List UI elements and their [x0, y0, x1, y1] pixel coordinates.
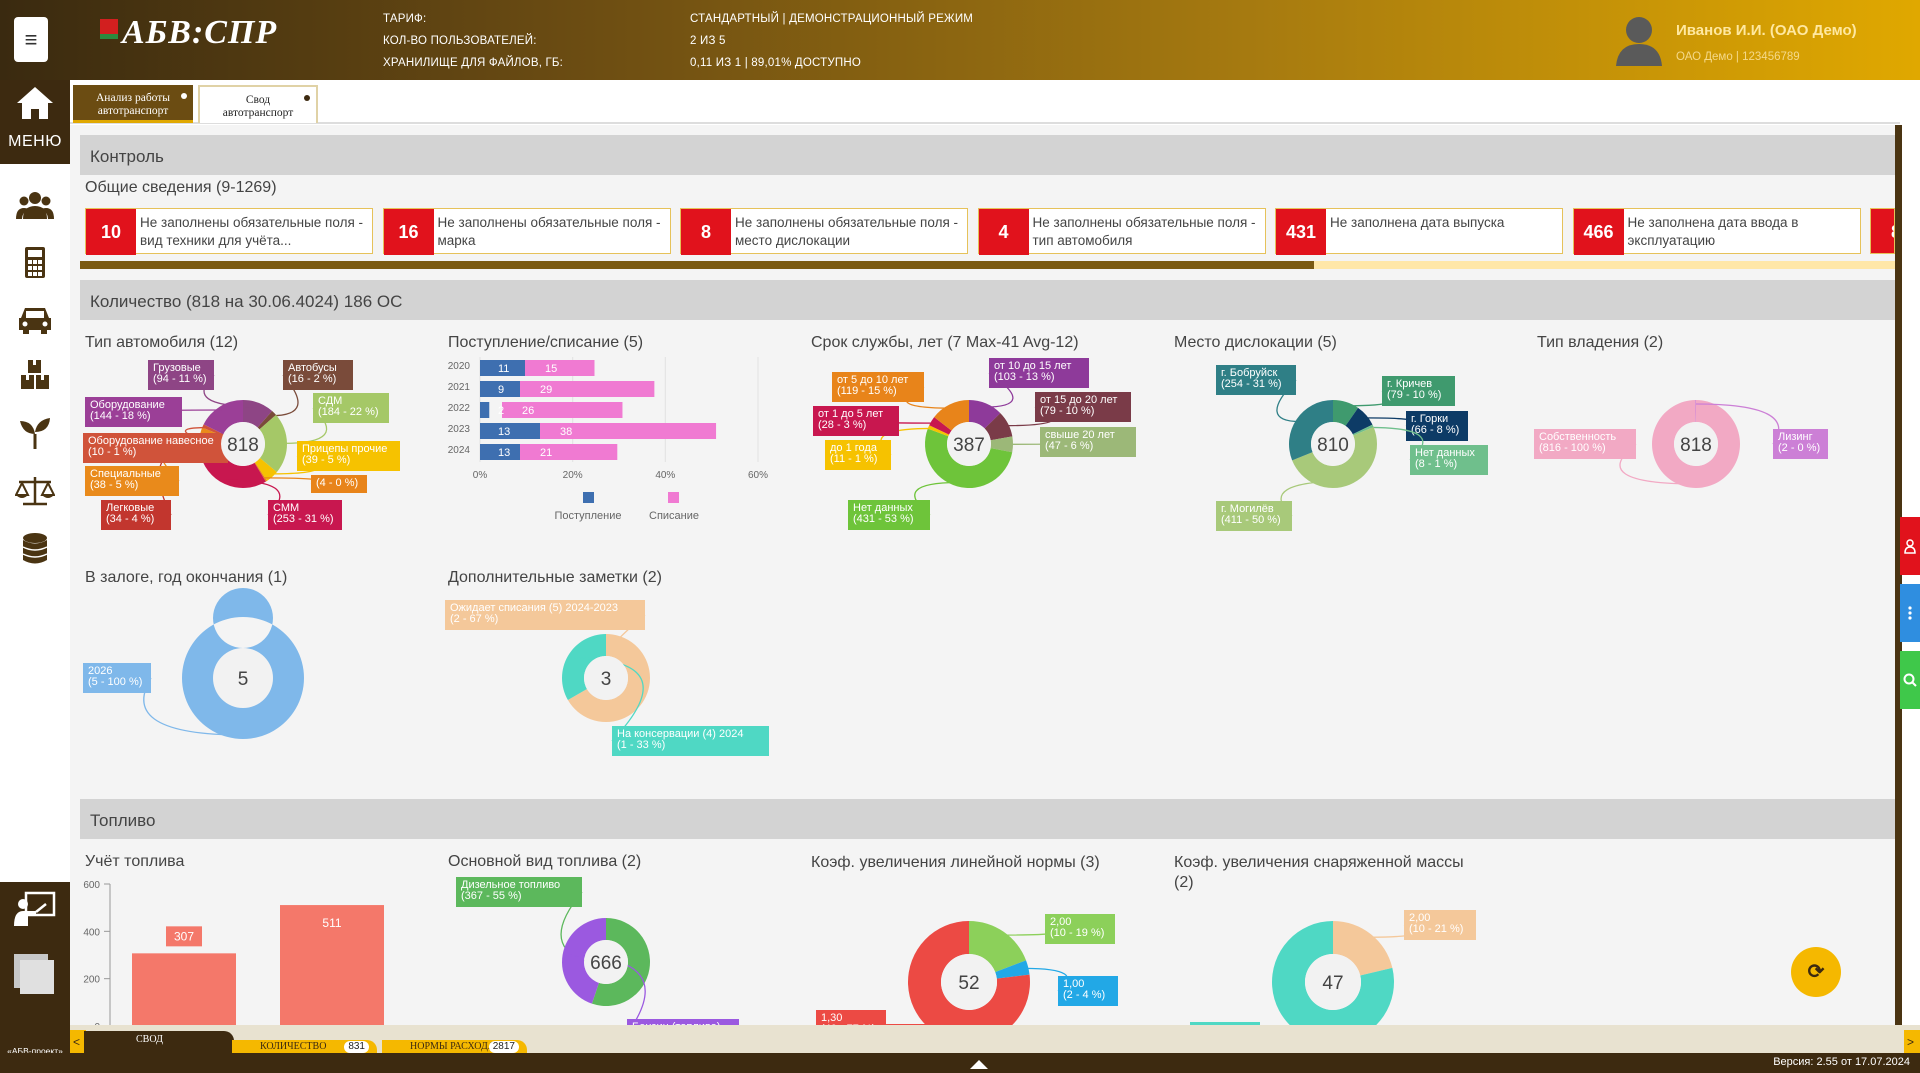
bar-value-writeoff: 15	[545, 363, 557, 375]
bar-value-writeoff: 21	[540, 447, 552, 459]
slice-value: (34 - 4 %)	[106, 513, 154, 525]
bar-writeoff	[525, 360, 595, 376]
slice-value: (38 - 5 %)	[90, 479, 138, 491]
slice-value: (2 - 67 %)	[450, 613, 498, 625]
slice-value: (79 - 10 %)	[1040, 405, 1094, 417]
slice-value: (411 - 50 %)	[1221, 514, 1281, 526]
bar-value-writeoff: 26	[522, 405, 534, 417]
slice-value: (39 - 5 %)	[302, 454, 350, 466]
donut-center-value: 818	[227, 435, 259, 456]
bar-value: 511	[322, 916, 341, 930]
chevron-up-icon[interactable]	[970, 1059, 988, 1069]
donut-center-value: 5	[238, 669, 249, 690]
donut-center-value: 3	[601, 669, 612, 690]
slice-value: (10 - 21 %)	[1409, 923, 1463, 935]
legend-swatch	[583, 492, 594, 503]
slice-value: (119 - 15 %)	[837, 385, 897, 397]
legend-swatch	[668, 492, 679, 503]
svg-text:<: <	[73, 1035, 80, 1049]
x-tick-label: 0%	[473, 470, 488, 481]
slice-value: (2 - 0 %)	[1778, 442, 1820, 454]
slice-value: (184 - 22 %)	[318, 406, 379, 418]
slice-value: (47 - 6 %)	[1045, 440, 1093, 452]
side-tab-user[interactable]	[1900, 517, 1920, 575]
slice-value: (8 - 1 %)	[1415, 458, 1457, 470]
bar-writeoff	[502, 402, 623, 418]
donut-center-value: 818	[1680, 435, 1712, 456]
bottom-tab-label: СВОД	[136, 1034, 163, 1045]
y-tick-label: 2021	[448, 382, 471, 393]
slice-value: (816 - 100 %)	[1539, 442, 1606, 454]
bar-incoming	[480, 402, 490, 418]
y-tick-label: 2023	[448, 424, 471, 435]
bar-value-incoming: 13	[498, 447, 510, 459]
slice-value: (253 - 31 %)	[273, 513, 334, 525]
bar-value-incoming: 9	[498, 384, 504, 396]
donut-center-value: 47	[1322, 973, 1343, 994]
y-tick-label: 200	[83, 975, 100, 986]
slice-value: (5 - 100 %)	[88, 676, 142, 688]
footer: Версия: 2.55 от 17.07.2024	[0, 1053, 1920, 1073]
leader-line	[264, 477, 320, 485]
slice-value: (10 - 19 %)	[1050, 927, 1104, 939]
side-tab-search[interactable]	[1900, 651, 1920, 709]
charts-layer: Грузовые(94 - 11 %)Автобусы(16 - 2 %)СДМ…	[83, 357, 1828, 1025]
slice-value: (1 - 33 %)	[617, 739, 665, 751]
bottom-tab[interactable]: НОРМЫ РАСХОДА 2817	[382, 1040, 527, 1054]
bar-value-incoming: 11	[498, 363, 509, 375]
x-tick-label: 40%	[655, 470, 675, 481]
bottom-tab-label: КОЛИЧЕСТВО	[260, 1041, 327, 1052]
legend-label: Списание	[649, 510, 699, 522]
donut-center-value: 387	[953, 435, 985, 456]
version-text: Версия: 2.55 от 17.07.2024	[1773, 1056, 1910, 1068]
slice-value: (4 - 0 %)	[316, 477, 358, 489]
donut-center-value: 810	[1317, 435, 1349, 456]
bar-value-writeoff: 38	[560, 426, 572, 438]
x-tick-label: 20%	[563, 470, 583, 481]
legend-label: Поступление	[554, 510, 621, 522]
y-tick-label: 600	[83, 880, 100, 891]
bar-value-writeoff: 29	[540, 384, 552, 396]
slice-value: (431 - 53 %)	[853, 513, 914, 525]
y-tick-label: 2024	[448, 445, 471, 456]
slice-value: (79 - 10 %)	[1387, 389, 1441, 401]
slice-value: (2 - 4 %)	[1063, 989, 1105, 1001]
slice-value: (94 - 11 %)	[153, 373, 207, 385]
donut-center-value: 666	[590, 953, 622, 974]
bar-value-incoming: 2	[498, 405, 504, 417]
refresh-button[interactable]: ⟳	[1791, 947, 1841, 997]
side-tab-more[interactable]	[1900, 584, 1920, 642]
bottom-tab-count: 831	[344, 1041, 369, 1053]
slice-value: (11 - 1 %)	[830, 453, 877, 465]
slice-value: (103 - 13 %)	[994, 371, 1055, 383]
y-tick-label: 2020	[448, 361, 471, 372]
bottom-tab[interactable]: КОЛИЧЕСТВО 831	[232, 1040, 377, 1054]
slice-value: (254 - 31 %)	[1221, 378, 1282, 390]
slice-value: (144 - 18 %)	[90, 410, 151, 422]
slice-value: (16 - 2 %)	[288, 373, 336, 385]
bar-value: 307	[174, 929, 194, 943]
bar	[132, 953, 236, 1025]
bottom-tab-count: 2817	[488, 1041, 519, 1053]
x-tick-label: 60%	[748, 470, 768, 481]
slice-value: (367 - 55 %)	[461, 890, 522, 902]
y-tick-label: 400	[83, 927, 100, 938]
bottom-tab[interactable]: СВОД	[84, 1031, 234, 1053]
slice-value: (10 - 1 %)	[88, 446, 136, 458]
donut-center-value: 52	[958, 973, 979, 994]
bar-writeoff	[520, 444, 618, 460]
y-tick-label: 2022	[448, 403, 471, 414]
bar-value-incoming: 13	[498, 426, 510, 438]
slice-value: (28 - 3 %)	[818, 419, 866, 431]
bottom-tab-label: НОРМЫ РАСХОДА	[410, 1041, 496, 1052]
svg-text:>: >	[1907, 1035, 1914, 1049]
